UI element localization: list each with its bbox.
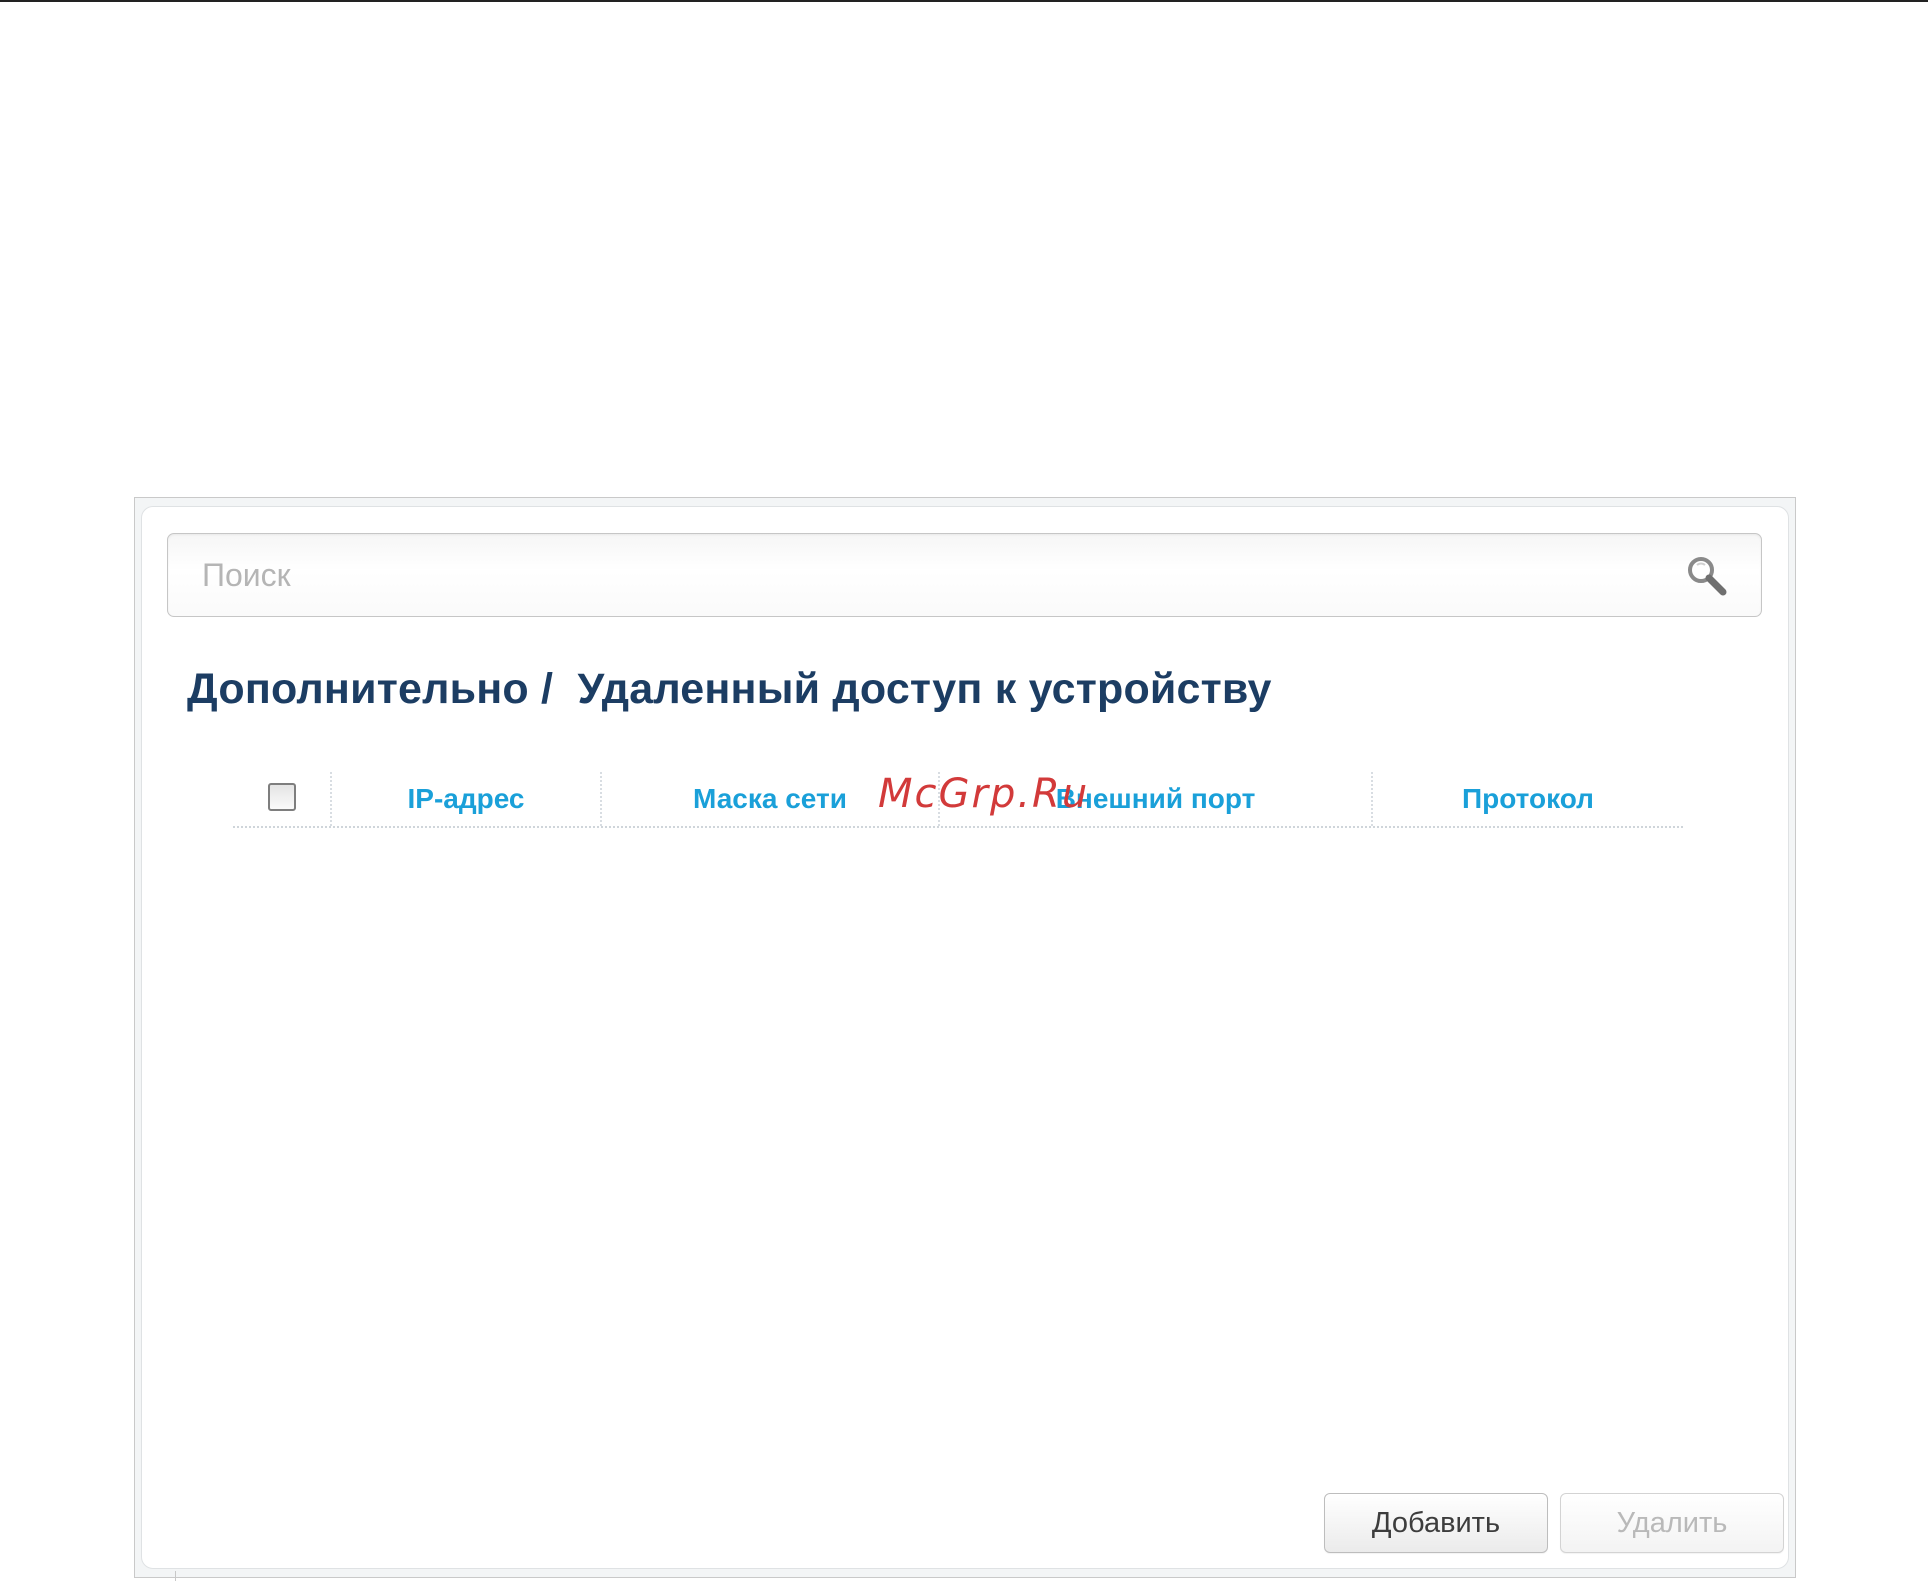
search-input[interactable]	[170, 536, 1670, 614]
top-border-line	[0, 0, 1928, 2]
column-header-ip-address[interactable]: IP-адрес	[330, 772, 600, 826]
delete-button[interactable]: Удалить	[1560, 1493, 1784, 1553]
search-bar	[167, 533, 1762, 617]
search-icon[interactable]	[1683, 552, 1731, 600]
table-header: IP-адрес Маска сети Внешний порт Протоко…	[233, 772, 1683, 828]
content-card: Дополнительно / Удаленный доступ к устро…	[141, 506, 1789, 1581]
column-header-protocol[interactable]: Протокол	[1371, 772, 1683, 826]
select-all-checkbox[interactable]	[267, 783, 296, 811]
add-button[interactable]: Добавить	[1324, 1493, 1548, 1553]
select-all-cell	[233, 772, 330, 826]
column-header-subnet-mask[interactable]: Маска сети	[600, 772, 938, 826]
column-header-external-port[interactable]: Внешний порт	[938, 772, 1371, 826]
page-title: Дополнительно / Удаленный доступ к устро…	[187, 665, 1272, 713]
content-panel: Дополнительно / Удаленный доступ к устро…	[134, 497, 1796, 1581]
